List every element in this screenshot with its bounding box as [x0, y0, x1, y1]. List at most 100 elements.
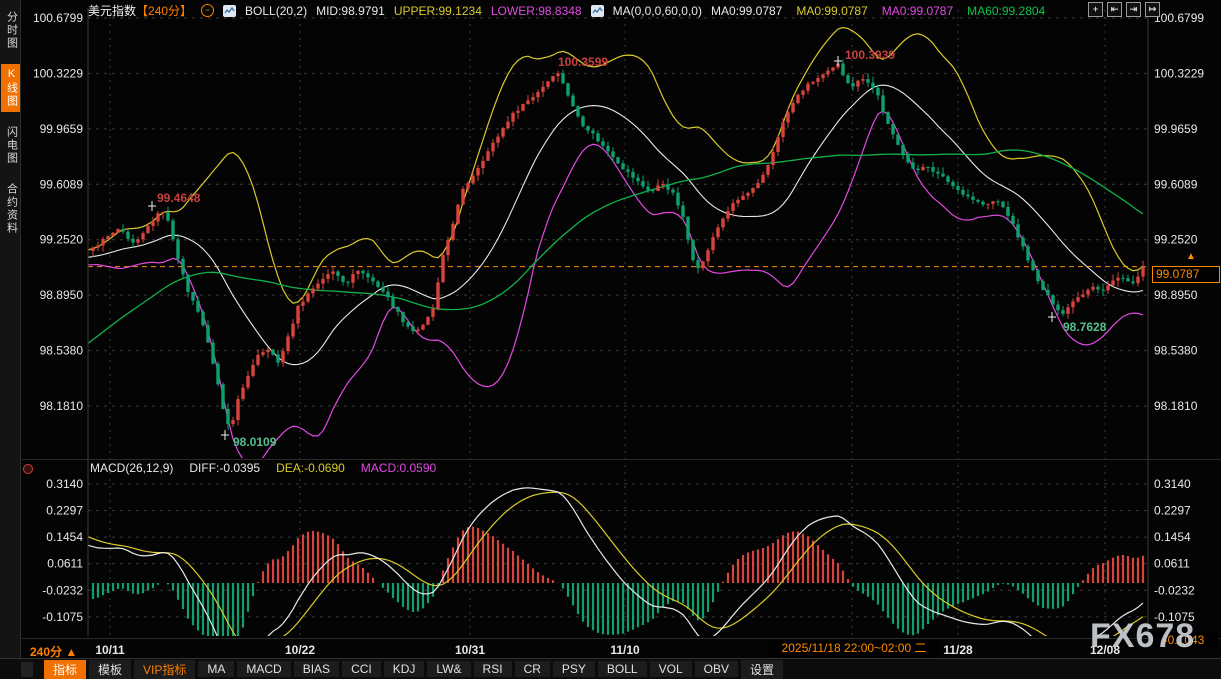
- axis-label: 98.8950: [1154, 288, 1198, 302]
- left-sidebar: 分时图 K线图闪电图合约资料: [0, 0, 21, 679]
- candles: [91, 59, 1144, 430]
- toolbar-tab-lw[interactable]: LW&: [427, 661, 470, 677]
- ma-values: MA0:99.0787MA0:99.0787MA0:99.0787MA60:99…: [711, 4, 1045, 18]
- axis-label: 0.0611: [47, 557, 83, 571]
- toolbar-tab-vol[interactable]: VOL: [650, 661, 692, 677]
- axis-label: 98.5380: [1154, 344, 1198, 358]
- chart-canvas[interactable]: 100.6799 100.6799 100.3229 100.3229 99.9659 9…: [0, 0, 1221, 679]
- axis-label: 98.5380: [40, 344, 84, 358]
- toolbar-tab-bias[interactable]: BIAS: [294, 661, 339, 677]
- axis-label: 100.6799: [1154, 11, 1204, 25]
- toolbar-tab-kdj[interactable]: KDJ: [384, 661, 425, 677]
- watermark: FX678: [1090, 617, 1195, 656]
- collapse-icon[interactable]: −: [201, 4, 214, 17]
- axis-label: 0.2297: [1154, 504, 1191, 518]
- toolbar-tab-ma[interactable]: MA: [198, 661, 234, 677]
- axis-label: 99.6089: [40, 177, 84, 191]
- current-price-badge: 99.0787: [1152, 266, 1220, 283]
- sidebar-tab-kline[interactable]: K线图: [1, 64, 20, 112]
- toolbar-tab-cci[interactable]: CCI: [342, 661, 381, 677]
- axis-label: 0.0611: [1154, 557, 1190, 571]
- price-annotation: 100.3939: [845, 48, 895, 62]
- axis-label: 0.2297: [46, 504, 83, 518]
- ma-value-1: MA0:99.0787: [796, 4, 867, 18]
- toolbar-tab-rsi[interactable]: RSI: [474, 661, 512, 677]
- axis-label: 99.2520: [40, 233, 84, 247]
- window-icons: + ⇤ ⇥ ↦: [1088, 2, 1160, 17]
- axis-label: -0.0232: [1154, 583, 1195, 597]
- toolbar-tab-settings[interactable]: 设置: [741, 660, 783, 679]
- ma-label: MA(0,0,0,60,0,0): [613, 4, 702, 18]
- axis-label: 99.2520: [1154, 233, 1198, 247]
- ma-chart-icon: [591, 5, 604, 17]
- price-annotation: 99.4648: [157, 191, 201, 205]
- axis-compress-icon[interactable]: ⇤: [1107, 2, 1122, 17]
- crosshair-date-label: 2025/11/18 22:00~02:00 二: [768, 640, 940, 657]
- period-label: 【240分】: [136, 4, 192, 18]
- toolbar-tab-vip-indicator[interactable]: VIP指标: [134, 660, 195, 679]
- macd-legend: MACD(26,12,9) DIFF:-0.0395 DEA:-0.0690 M…: [90, 461, 436, 475]
- axis-label: 10/31: [455, 643, 485, 657]
- toolbar-tab-boll[interactable]: BOLL: [598, 661, 647, 677]
- axis-label: 98.1810: [1154, 399, 1198, 413]
- sidebar-tab-contract-info[interactable]: 合约资料: [1, 179, 20, 239]
- axis-label: 100.6799: [33, 11, 83, 25]
- toolbar-tab-macd[interactable]: MACD: [237, 661, 290, 677]
- sidebar-tab-time-share[interactable]: 分时图: [1, 7, 20, 54]
- axis-label: 99.9659: [40, 122, 84, 136]
- macd-diff-value: DIFF:-0.0395: [189, 461, 260, 475]
- toolbar-tab-cr[interactable]: CR: [515, 661, 550, 677]
- boll-label: BOLL(20,2): [245, 4, 307, 18]
- price-annotation: 98.0109: [233, 435, 277, 449]
- diff-line: [88, 488, 1143, 669]
- symbol-name: 美元指数: [88, 4, 136, 18]
- toolbar-tab-template[interactable]: 模板: [89, 660, 131, 679]
- ma-value-3: MA60:99.2804: [967, 4, 1045, 18]
- axis-label: 11/28: [943, 643, 973, 657]
- axis-label: 10/22: [285, 643, 315, 657]
- axis-shift-icon[interactable]: ⇥: [1126, 2, 1141, 17]
- toolbar-tab-psy[interactable]: PSY: [553, 661, 595, 677]
- boll-mid-value: MID:98.9791: [316, 4, 385, 18]
- period-arrow-icon: ▲: [65, 645, 77, 659]
- axis-label: -0.1075: [42, 610, 83, 624]
- ma-value-2: MA0:99.0787: [882, 4, 953, 18]
- symbol-title: 美元指数【240分】: [88, 2, 192, 19]
- bottom-toolbar: 指标模板VIP指标MAMACDBIASCCIKDJLW&RSICRPSYBOLL…: [0, 658, 1221, 679]
- axis-label: 100.3229: [1154, 66, 1204, 80]
- main-price-panel: [88, 28, 1143, 466]
- current-price-arrow-icon: ▲: [1186, 251, 1196, 262]
- pan-icon[interactable]: +: [1088, 2, 1103, 17]
- boll-mid-line: [88, 85, 1143, 365]
- ma60-line: [88, 150, 1143, 343]
- toolbar-tab-obv[interactable]: OBV: [695, 661, 738, 677]
- period-text: 240分: [30, 645, 62, 659]
- grid: [88, 10, 1148, 636]
- boll-chart-icon: [223, 5, 236, 17]
- axis-label: 0.1454: [1154, 530, 1191, 544]
- axis-label: 10/11: [95, 643, 125, 657]
- axis-label: 0.3140: [1154, 477, 1191, 491]
- boll-lower-value: LOWER:98.8348: [491, 4, 582, 18]
- axis-label: 0.1454: [46, 530, 83, 544]
- macd-panel: [88, 488, 1143, 669]
- axis-label: 100.3229: [33, 66, 83, 80]
- macd-params-label: MACD(26,12,9): [90, 461, 173, 475]
- macd-dea-value: DEA:-0.0690: [276, 461, 345, 475]
- price-annotation: 98.7628: [1063, 320, 1107, 334]
- axis-label: 98.1810: [40, 399, 84, 413]
- toolbar-corner-button[interactable]: [21, 662, 33, 677]
- axis-expand-icon[interactable]: ↦: [1145, 2, 1160, 17]
- sidebar-tab-flash[interactable]: 闪电图: [1, 122, 20, 169]
- axis-label: 99.6089: [1154, 177, 1198, 191]
- macd-panel-icon[interactable]: [23, 464, 33, 474]
- axis-label: -0.0232: [42, 583, 83, 597]
- axis-label: 0.3140: [46, 477, 83, 491]
- axis-label: 98.8950: [40, 288, 84, 302]
- macd-value: MACD:0.0590: [361, 461, 436, 475]
- toolbar-tab-indicator[interactable]: 指标: [44, 660, 86, 679]
- trading-app-window: 100.6799 100.6799 100.3229 100.3229 99.9659 9…: [0, 0, 1221, 679]
- boll-lower-line: [88, 111, 1143, 465]
- boll-upper-value: UPPER:99.1234: [394, 4, 482, 18]
- chart-header: 美元指数【240分】 − BOLL(20,2) MID:98.9791 UPPE…: [88, 2, 1045, 19]
